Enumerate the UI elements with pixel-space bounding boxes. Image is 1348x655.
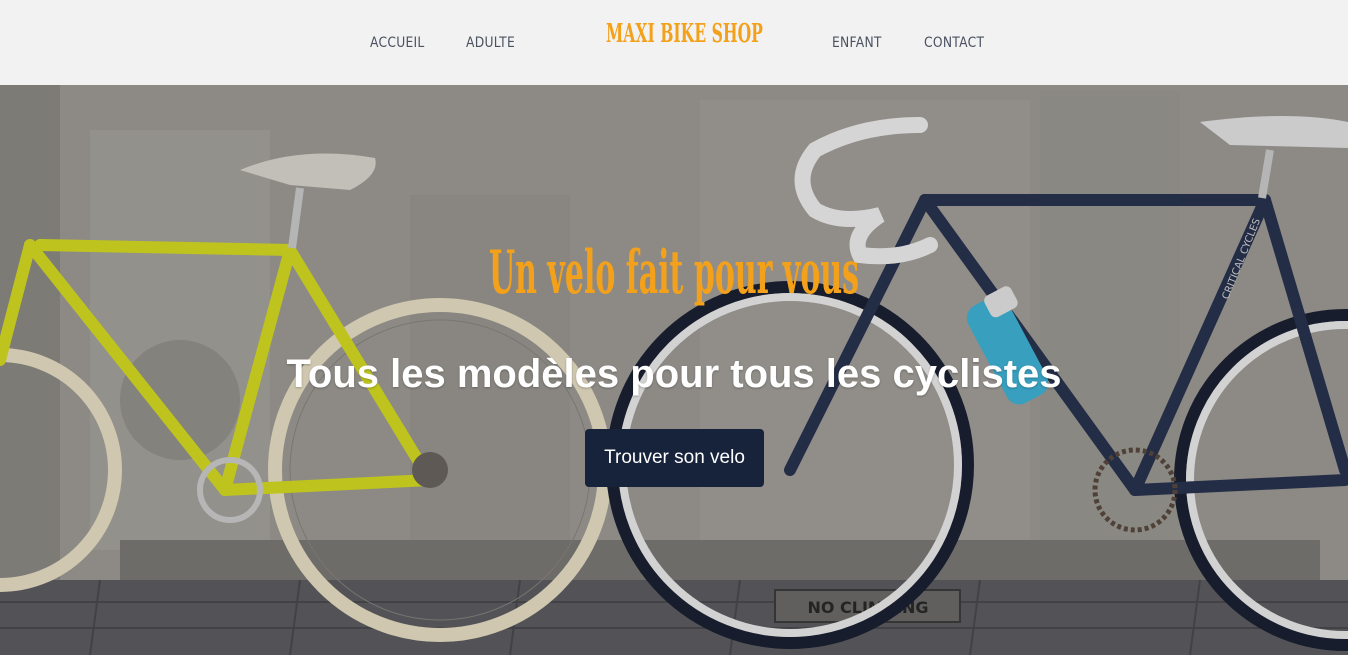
hero-title-text: Un velo fait pour vous — [488, 238, 860, 308]
site-logo[interactable]: MAXI BIKE SHOP — [606, 19, 763, 49]
page: NO CLIMBING — [0, 0, 1348, 655]
nav-link-accueil[interactable]: ACCUEIL — [370, 35, 425, 51]
nav-link-adulte[interactable]: ADULTE — [466, 35, 515, 51]
site-header: ACCUEIL ADULTE MAXI BIKE SHOP ENFANT CON… — [0, 0, 1348, 85]
nav-link-enfant[interactable]: ENFANT — [832, 35, 882, 51]
find-bike-button[interactable]: Trouver son velo — [585, 429, 764, 487]
hero-title: Un velo fait pour vous — [0, 238, 1348, 308]
nav-link-contact[interactable]: CONTACT — [924, 35, 984, 51]
hero-subtitle: Tous les modèles pour tous les cyclistes — [286, 352, 1062, 396]
hero-background-image: NO CLIMBING — [0, 0, 1348, 655]
